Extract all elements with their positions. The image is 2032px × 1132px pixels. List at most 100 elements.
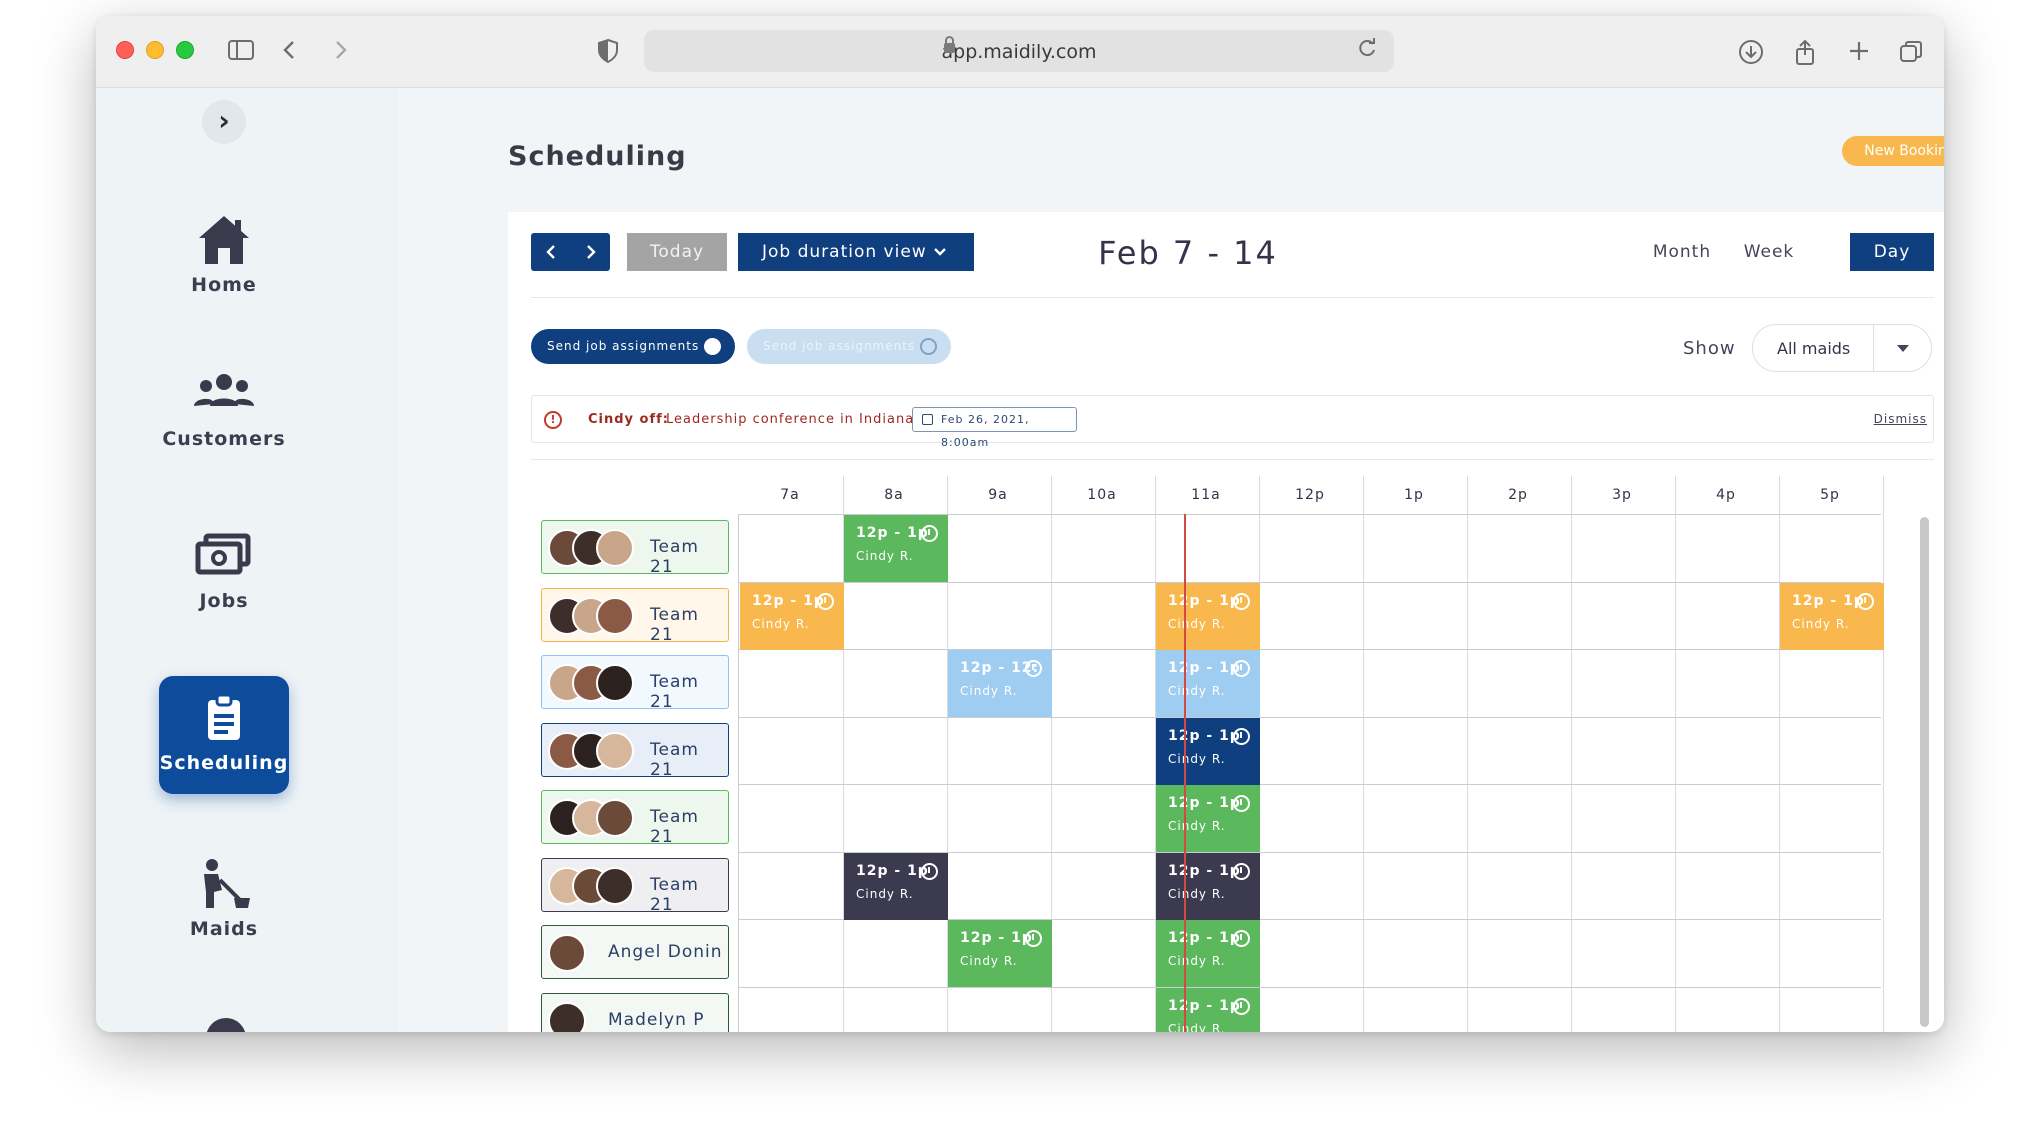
today-button[interactable]: Today — [627, 233, 727, 271]
minimize-window-button[interactable] — [146, 41, 164, 59]
clock-icon — [1025, 660, 1042, 677]
clock-icon — [1025, 930, 1042, 947]
team-row-label[interactable]: Team 21 — [541, 587, 729, 645]
job-maid: Cindy R. — [960, 684, 1018, 698]
next-period-button[interactable] — [571, 233, 610, 271]
job-time: 12p - 1p — [1168, 795, 1241, 811]
job-block[interactable]: 12p - 1p Cindy R. — [1156, 785, 1260, 852]
job-maid: Cindy R. — [1168, 684, 1226, 698]
clock-icon — [1233, 930, 1250, 947]
sidebar-toggle-icon[interactable] — [226, 38, 256, 64]
prev-period-button[interactable] — [531, 233, 570, 271]
view-mode-dropdown[interactable]: Job duration view — [738, 233, 974, 271]
team-row-label[interactable]: Team 21 — [541, 790, 729, 847]
job-block[interactable]: 12p - 1p Cindy R. — [844, 515, 948, 582]
dismiss-link[interactable]: Dismiss — [1874, 412, 1927, 426]
job-time: 12p - 1p — [856, 525, 929, 541]
hour-label: 7a — [780, 487, 800, 503]
team-name: Team 21 — [650, 672, 699, 712]
schedule-grid: 12p - 1p Cindy R. 12p - 1p Cindy R. 12p - 1p… — [738, 476, 1884, 1033]
privacy-shield-icon[interactable] — [594, 38, 622, 64]
job-block[interactable]: 12p - 1p Cindy R. — [1156, 582, 1260, 650]
team-row-label[interactable]: Team 21 — [541, 655, 729, 712]
address-bar[interactable]: app.maidily.com — [644, 30, 1394, 72]
share-icon[interactable] — [1790, 38, 1820, 65]
team-row-label[interactable]: Team 21 — [541, 857, 729, 915]
hour-label: 12p — [1295, 487, 1325, 503]
back-icon[interactable] — [276, 38, 302, 64]
job-time: 12p - 1p — [1792, 592, 1865, 609]
job-maid: Cindy R. — [752, 616, 810, 631]
job-block[interactable]: 12p - 1p Cindy R. — [1156, 920, 1260, 987]
maid-filter-select[interactable]: All maids — [1752, 324, 1932, 372]
job-block[interactable]: 12p - 12: Cindy R. — [948, 650, 1052, 717]
maid-icon — [159, 856, 289, 914]
grid-row-line — [739, 649, 1881, 650]
job-maid: Cindy R. — [1792, 616, 1850, 631]
new-tab-icon[interactable] — [1844, 38, 1874, 64]
team-row-label[interactable]: Team 21 — [541, 520, 729, 577]
send-job-assignments-disabled-button: Send job assignments — [747, 329, 951, 364]
sidebar-item-customers[interactable]: Customers — [159, 352, 289, 470]
job-maid: Cindy R. — [1168, 954, 1226, 968]
time-off-alert: ! Cindy off: Leadership conference in In… — [531, 395, 1934, 449]
caret-down-icon[interactable] — [1897, 345, 1909, 352]
job-block[interactable]: 12p - 1p Cindy R. — [844, 852, 948, 920]
clock-icon — [921, 862, 938, 880]
tab-day[interactable]: Day — [1850, 233, 1934, 271]
job-block[interactable]: 12p - 1p Cindy R. — [1156, 650, 1260, 717]
job-block[interactable]: 12p - 1p Cindy R. — [1156, 852, 1260, 920]
job-time: 12p - 1p — [1168, 997, 1241, 1014]
team-name: Team 21 — [650, 874, 699, 915]
job-block[interactable]: 12p - 1p Cindy R. — [948, 920, 1052, 987]
close-window-button[interactable] — [116, 41, 134, 59]
sidebar-item-home[interactable]: Home — [159, 198, 289, 316]
hour-label: 10a — [1087, 487, 1117, 503]
scrollbar[interactable] — [1920, 517, 1929, 1027]
grid-row-line — [739, 986, 1881, 988]
job-block[interactable]: 12p - 1p Cindy R. — [1780, 582, 1884, 650]
tab-week[interactable]: Week — [1736, 233, 1802, 271]
sidebar-item-scheduling[interactable]: Scheduling — [159, 676, 289, 794]
expand-sidebar-button[interactable]: › — [202, 100, 246, 144]
avatar — [596, 799, 634, 837]
hour-label: 11a — [1191, 487, 1221, 503]
new-booking-button[interactable]: New Booking — [1842, 136, 1944, 166]
reload-icon[interactable] — [1354, 36, 1380, 62]
team-row-label[interactable]: Madelyn P — [541, 992, 729, 1032]
avatar — [596, 529, 634, 567]
alert-divider — [531, 459, 1934, 460]
job-time: 12p - 1p — [1168, 592, 1241, 609]
team-name: Team 21 — [650, 537, 699, 577]
sidebar-item-maids[interactable]: Maids — [159, 842, 289, 960]
avatar — [548, 934, 586, 972]
team-row-label[interactable]: Angel Donin — [541, 925, 729, 979]
tab-overview-icon[interactable] — [1896, 38, 1926, 64]
job-maid: Cindy R. — [1168, 1021, 1226, 1033]
more-nav-icon[interactable] — [206, 1018, 246, 1032]
current-time-indicator — [1184, 514, 1186, 1032]
job-block[interactable]: 12p - 1p Cindy R. — [1156, 987, 1260, 1033]
team-row-label[interactable]: Team 21 — [541, 722, 729, 780]
grid-column-line — [1571, 476, 1572, 1032]
job-block[interactable]: 12p - 1p Cindy R. — [1156, 717, 1260, 785]
team-name: Madelyn P — [608, 1009, 705, 1030]
download-icon[interactable] — [1736, 38, 1766, 64]
view-mode-label: Job duration view — [762, 242, 927, 262]
job-time: 12p - 1p — [1168, 660, 1241, 676]
clock-icon — [1233, 592, 1250, 610]
maximize-window-button[interactable] — [176, 41, 194, 59]
warning-icon: ! — [544, 411, 562, 429]
avatar — [596, 731, 634, 770]
grid-column-line — [1883, 476, 1884, 1032]
sidebar-item-jobs[interactable]: Jobs — [159, 514, 289, 632]
job-block[interactable]: 12p - 1p Cindy R. — [740, 582, 844, 650]
tab-month[interactable]: Month — [1644, 233, 1720, 271]
hour-label: 9a — [988, 487, 1008, 503]
alert-date-chip[interactable]: Feb 26, 2021, 8:00am — [912, 407, 1077, 449]
send-job-assignments-button[interactable]: Send job assignments — [531, 329, 735, 364]
job-maid: Cindy R. — [1168, 819, 1226, 833]
forward-icon[interactable] — [328, 38, 354, 64]
chevron-down-icon — [932, 233, 948, 285]
avatar — [596, 866, 634, 905]
